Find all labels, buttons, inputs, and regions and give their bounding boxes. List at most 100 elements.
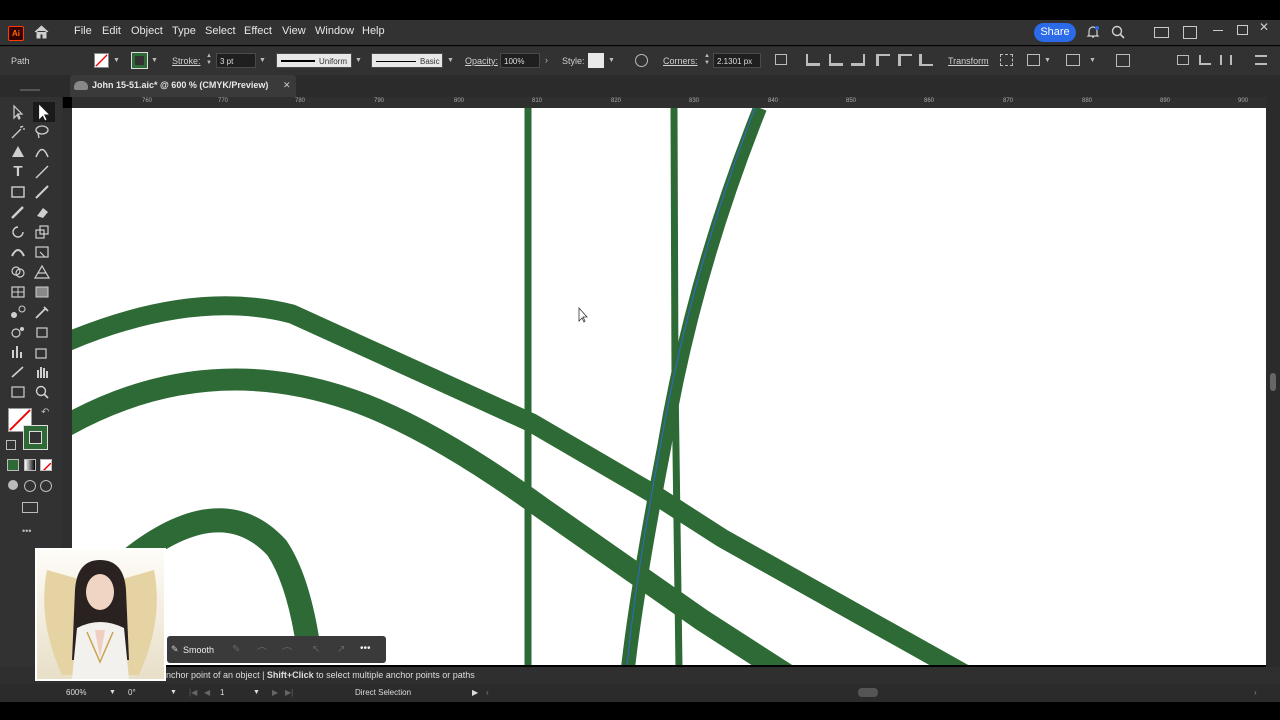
zoom-tool-icon[interactable]: [33, 384, 51, 400]
panel-menu-icon[interactable]: [1177, 55, 1189, 65]
more-tools-icon[interactable]: •••: [22, 526, 31, 536]
prev-artboard-icon[interactable]: ◀: [204, 686, 210, 699]
chevron-down-icon[interactable]: ▼: [259, 57, 266, 64]
mesh-tool-icon[interactable]: [9, 284, 27, 300]
screen-mode-icon[interactable]: [22, 502, 38, 513]
transform-each-icon[interactable]: [1027, 54, 1040, 66]
draw-behind-icon[interactable]: [24, 480, 36, 492]
corners-label[interactable]: Corners:: [663, 56, 698, 66]
shape-align-icon[interactable]: [775, 54, 787, 65]
share-button[interactable]: Share: [1034, 23, 1076, 42]
remove-anchor-icon[interactable]: ↗: [337, 644, 349, 655]
scissors-tool-icon[interactable]: [9, 364, 27, 380]
scroll-thumb[interactable]: [1270, 373, 1276, 391]
hand-tool-icon[interactable]: [33, 364, 51, 380]
pencil-tool-icon[interactable]: [9, 204, 27, 220]
chevron-right-icon[interactable]: ›: [1254, 686, 1257, 699]
chevron-down-icon[interactable]: ▼: [1044, 57, 1051, 64]
free-transform-tool-icon[interactable]: [33, 244, 51, 260]
artboard-number-field[interactable]: 1: [220, 686, 224, 699]
chevron-down-icon[interactable]: ▼: [170, 686, 177, 699]
transform-button[interactable]: Transform: [948, 56, 989, 66]
corners-field[interactable]: 2.1301 px: [713, 53, 761, 68]
align-options-icon[interactable]: [1199, 55, 1211, 65]
chevron-down-icon[interactable]: ▼: [608, 57, 615, 64]
swap-fill-stroke-icon[interactable]: ↶: [41, 407, 49, 418]
menu-edit[interactable]: Edit: [102, 25, 121, 37]
draw-normal-icon[interactable]: [8, 480, 18, 490]
chevron-right-icon[interactable]: ›: [545, 55, 548, 65]
rectangle-tool-icon[interactable]: [9, 184, 27, 200]
chevron-down-icon[interactable]: ▼: [113, 57, 120, 64]
minimize-icon[interactable]: [1213, 30, 1223, 31]
eraser-tool-icon[interactable]: [33, 204, 51, 220]
menu-lines-icon[interactable]: [1255, 55, 1267, 65]
magic-wand-tool-icon[interactable]: [9, 124, 27, 140]
chevron-left-icon[interactable]: ‹: [486, 686, 489, 699]
menu-help[interactable]: Help: [362, 25, 385, 37]
more-options-icon[interactable]: •••: [360, 643, 371, 654]
rotate-tool-icon[interactable]: [9, 224, 27, 240]
chevron-down-icon[interactable]: ▼: [253, 686, 260, 699]
align-bottom-icon[interactable]: [919, 54, 933, 66]
width-tool-icon[interactable]: [9, 244, 27, 260]
scale-tool-icon[interactable]: [33, 224, 51, 240]
bell-icon[interactable]: [1086, 25, 1100, 39]
artboard-canvas[interactable]: [72, 108, 1266, 665]
stroke-weight-field[interactable]: 3 pt: [216, 53, 256, 68]
menu-file[interactable]: File: [74, 25, 92, 37]
puppet-warp-icon[interactable]: [1116, 54, 1130, 67]
align-center-icon[interactable]: [829, 54, 843, 66]
menu-effect[interactable]: Effect: [244, 25, 272, 37]
variable-width-profile[interactable]: Uniform: [276, 53, 352, 68]
align-middle-icon[interactable]: [898, 54, 912, 66]
print-tiling-tool-icon[interactable]: [9, 384, 27, 400]
stroke-swatch[interactable]: [23, 425, 48, 450]
gradient-mode-icon[interactable]: [24, 459, 36, 471]
restore-icon[interactable]: [1237, 25, 1248, 35]
home-icon[interactable]: [34, 25, 49, 39]
color-mode-icon[interactable]: [7, 459, 19, 471]
curvature-tool-icon[interactable]: [33, 144, 51, 160]
align-top-icon[interactable]: [876, 54, 890, 66]
symbol-sprayer-tool-icon[interactable]: [9, 324, 27, 340]
chevron-right-icon[interactable]: ▶: [472, 686, 478, 699]
last-artboard-icon[interactable]: ▶|: [285, 686, 293, 699]
close-icon[interactable]: ✕: [1259, 21, 1271, 33]
stepper-icon[interactable]: ▲ ▼: [704, 53, 710, 67]
pen-tool-icon[interactable]: [9, 144, 27, 160]
arrange-icon[interactable]: [1183, 26, 1197, 39]
first-artboard-icon[interactable]: |◀: [189, 686, 197, 699]
chevron-down-icon[interactable]: ▼: [447, 57, 454, 64]
shape-builder-tool-icon[interactable]: [9, 264, 27, 280]
chevron-down-icon[interactable]: ▼: [355, 57, 362, 64]
document-tab[interactable]: John 15-51.aic* @ 600 % (CMYK/Preview) ✕: [70, 75, 296, 97]
anchor-convert-icon[interactable]: ✎: [232, 644, 244, 655]
horizontal-scroll-thumb[interactable]: [858, 688, 878, 697]
chevron-down-icon[interactable]: ▼: [109, 686, 116, 699]
pen-icon[interactable]: ✎: [171, 644, 179, 654]
isolate-icon[interactable]: [1000, 54, 1013, 66]
envelope-icon[interactable]: [1066, 54, 1080, 66]
direct-selection-tool-icon[interactable]: [33, 102, 55, 122]
gradient-tool-icon[interactable]: [33, 284, 51, 300]
lasso-tool-icon[interactable]: [33, 124, 51, 140]
menu-select[interactable]: Select: [205, 25, 236, 37]
workspace-icon[interactable]: [1154, 27, 1169, 38]
vertical-scrollbar[interactable]: [1266, 97, 1280, 667]
anchor-corner-icon[interactable]: ⌒: [282, 644, 294, 659]
line-tool-icon[interactable]: [33, 164, 51, 180]
search-icon[interactable]: [1111, 25, 1125, 39]
recolor-icon[interactable]: [635, 54, 648, 67]
type-tool-icon[interactable]: T: [9, 164, 27, 180]
slice-tool-icon[interactable]: [33, 344, 51, 360]
brush-definition[interactable]: Basic: [371, 53, 443, 68]
rotation-field[interactable]: 0°: [128, 686, 136, 699]
cut-path-icon[interactable]: ↖: [312, 644, 324, 655]
next-artboard-icon[interactable]: ▶: [272, 686, 278, 699]
distribute-icon[interactable]: [1220, 55, 1232, 65]
style-swatch[interactable]: [588, 53, 604, 68]
smooth-button[interactable]: Smooth: [183, 645, 214, 655]
toolbar-grip[interactable]: [20, 89, 40, 91]
menu-object[interactable]: Object: [131, 25, 163, 37]
